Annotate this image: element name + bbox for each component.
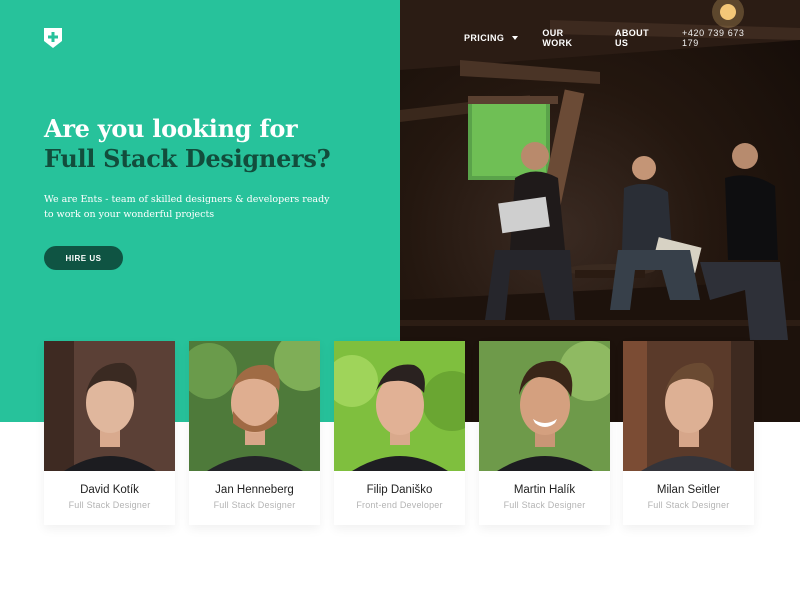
- member-name: Milan Seitler: [656, 484, 721, 496]
- nav-item-label: ABOUT US: [614, 28, 649, 48]
- team-card-jan[interactable]: Jan Henneberg Full Stack Designer: [189, 341, 320, 525]
- hero-headline: Are you looking for Full Stack Designers…: [44, 114, 384, 174]
- shield-plus-icon[interactable]: [44, 28, 62, 48]
- portrait-photo: [623, 341, 754, 471]
- hero-subtitle: We are Ents - team of skilled designers …: [44, 194, 330, 220]
- team-card-filip[interactable]: Filip Daniško Front-end Developer: [334, 341, 465, 525]
- member-role: Full Stack Designer: [68, 500, 151, 510]
- headline-line-1: Are you looking for: [44, 114, 298, 143]
- team-card-milan[interactable]: Milan Seitler Full Stack Designer: [623, 341, 754, 525]
- team-card-david[interactable]: David Kotík Full Stack Designer: [44, 341, 175, 525]
- headline-line-2: Full Stack Designers?: [44, 144, 331, 173]
- hire-us-button[interactable]: HIRE US: [44, 246, 123, 270]
- member-role: Front-end Developer: [356, 500, 443, 510]
- nav-item-pricing[interactable]: PRICING: [464, 33, 519, 43]
- member-role: Full Stack Designer: [213, 500, 296, 510]
- portrait-photo: [334, 341, 465, 471]
- member-name: Martin Halík: [513, 484, 576, 496]
- nav-item-label: OUR WORK: [542, 28, 573, 48]
- phone-link[interactable]: +420 739 673 179: [682, 28, 756, 48]
- nav-item-our-work[interactable]: OUR WORK: [542, 28, 591, 48]
- member-name: Jan Henneberg: [215, 484, 294, 496]
- portrait-photo: [479, 341, 610, 471]
- nav-item-label: PRICING: [464, 33, 505, 43]
- portrait-photo: [44, 341, 175, 471]
- caret-down-icon: [512, 36, 519, 40]
- phone-number: +420 739 673 179: [682, 28, 745, 48]
- nav-item-about-us[interactable]: ABOUT US: [615, 28, 660, 48]
- member-role: Full Stack Designer: [647, 500, 730, 510]
- member-role: Full Stack Designer: [503, 500, 586, 510]
- member-name: David Kotík: [80, 484, 139, 496]
- team-card-martin[interactable]: Martin Halík Full Stack Designer: [479, 341, 610, 525]
- portrait-photo: [189, 341, 320, 471]
- member-name: Filip Daniško: [366, 484, 433, 496]
- top-nav: PRICING OUR WORK ABOUT US +420 739 673 1…: [464, 28, 756, 48]
